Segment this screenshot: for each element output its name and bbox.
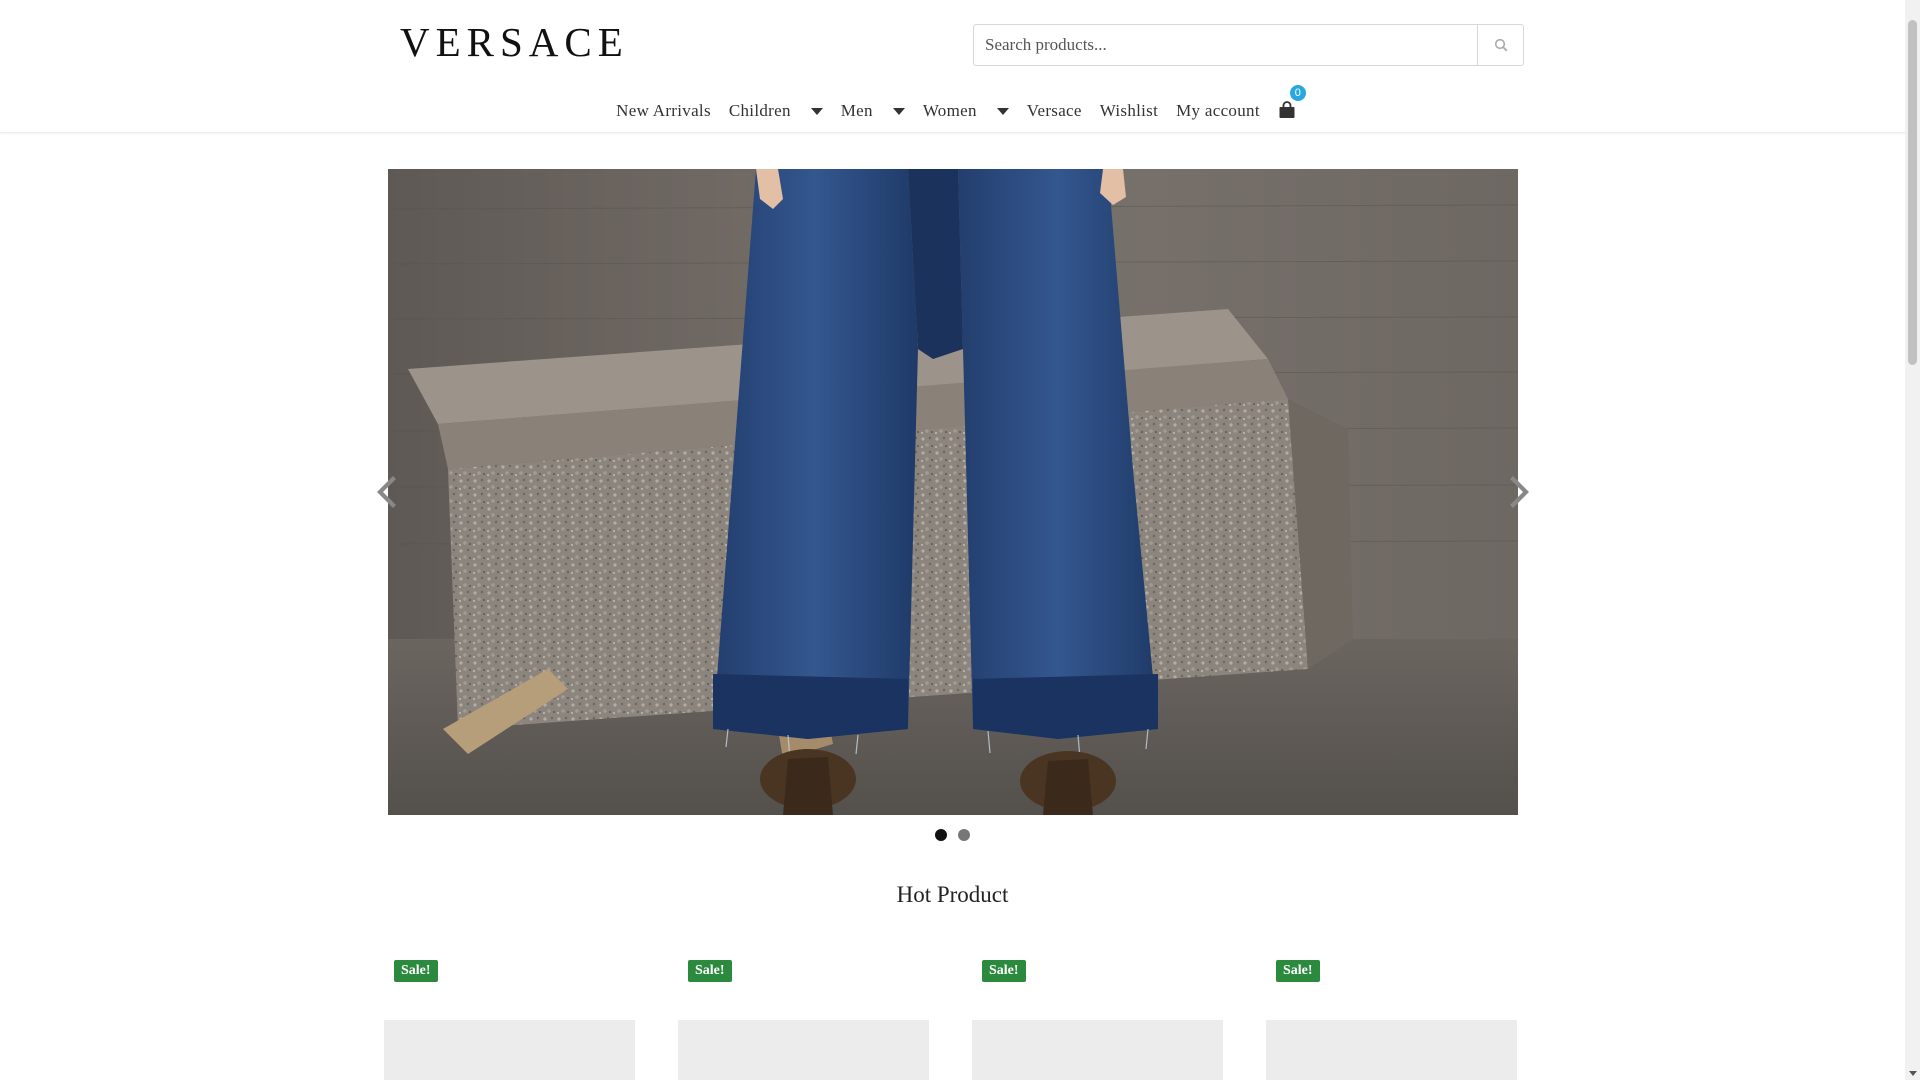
- slider-dot-2[interactable]: [958, 829, 970, 841]
- brand-logo[interactable]: VERSACE: [400, 18, 629, 66]
- hero-slide-image: [388, 169, 1518, 815]
- nav-label: Men: [840, 101, 873, 120]
- nav-my-account[interactable]: My account: [1167, 101, 1269, 121]
- nav-versace[interactable]: Versace: [1018, 101, 1091, 121]
- nav-new-arrivals[interactable]: New Arrivals: [607, 101, 720, 121]
- nav-men[interactable]: Men: [832, 101, 914, 121]
- product-image[interactable]: [972, 1020, 1223, 1080]
- slider-prev-button[interactable]: [373, 474, 397, 510]
- slider-pagination: [0, 829, 1905, 841]
- page-scrollbar[interactable]: [1905, 0, 1920, 1080]
- chevron-left-icon: [377, 476, 396, 508]
- site-header: VERSACE New Arrivals Children Men Women …: [0, 0, 1905, 133]
- product-card[interactable]: Sale!: [1266, 958, 1517, 1080]
- shopping-bag-icon: [1279, 101, 1295, 118]
- sale-badge: Sale!: [394, 960, 438, 982]
- hero-slider[interactable]: [388, 169, 1518, 815]
- search-button[interactable]: [1477, 25, 1523, 65]
- nav-label: Children: [728, 101, 791, 120]
- product-image[interactable]: [384, 1020, 635, 1080]
- caret-down-icon: [892, 107, 905, 115]
- sale-badge: Sale!: [688, 960, 732, 982]
- nav-wishlist[interactable]: Wishlist: [1091, 101, 1167, 121]
- cart-count-badge: 0: [1289, 85, 1306, 101]
- product-card[interactable]: Sale!: [972, 958, 1223, 1080]
- caret-down-icon: [810, 107, 823, 115]
- product-card[interactable]: Sale!: [678, 958, 929, 1080]
- nav-women[interactable]: Women: [914, 101, 1018, 121]
- nav-label: Wishlist: [1099, 101, 1159, 120]
- search-input[interactable]: [974, 25, 1477, 65]
- hot-product-grid: Sale! Sale! Sale! Sale!: [384, 958, 1518, 1080]
- hot-product-heading: Hot Product: [896, 882, 1009, 907]
- search-form: [973, 24, 1524, 66]
- nav-label: Women: [922, 101, 977, 120]
- scrollbar-thumb[interactable]: [1908, 20, 1917, 365]
- product-image[interactable]: [1266, 1020, 1517, 1080]
- scroll-down-arrow-icon[interactable]: [1909, 1071, 1917, 1076]
- cart-button[interactable]: 0: [1278, 85, 1306, 121]
- slider-next-button[interactable]: [1509, 474, 1533, 510]
- nav-children[interactable]: Children: [720, 101, 832, 121]
- product-card[interactable]: Sale!: [384, 958, 635, 1080]
- product-image[interactable]: [678, 1020, 929, 1080]
- nav-label: Versace: [1026, 101, 1082, 120]
- sale-badge: Sale!: [982, 960, 1026, 982]
- nav-label: New Arrivals: [616, 101, 711, 120]
- main-nav: New Arrivals Children Men Women Versace …: [0, 85, 1905, 128]
- slider-dot-1[interactable]: [935, 829, 947, 841]
- chevron-right-icon: [1510, 476, 1529, 508]
- sale-badge: Sale!: [1276, 960, 1320, 982]
- caret-down-icon: [996, 107, 1009, 115]
- nav-label: My account: [1176, 101, 1260, 120]
- search-icon: [1494, 38, 1507, 52]
